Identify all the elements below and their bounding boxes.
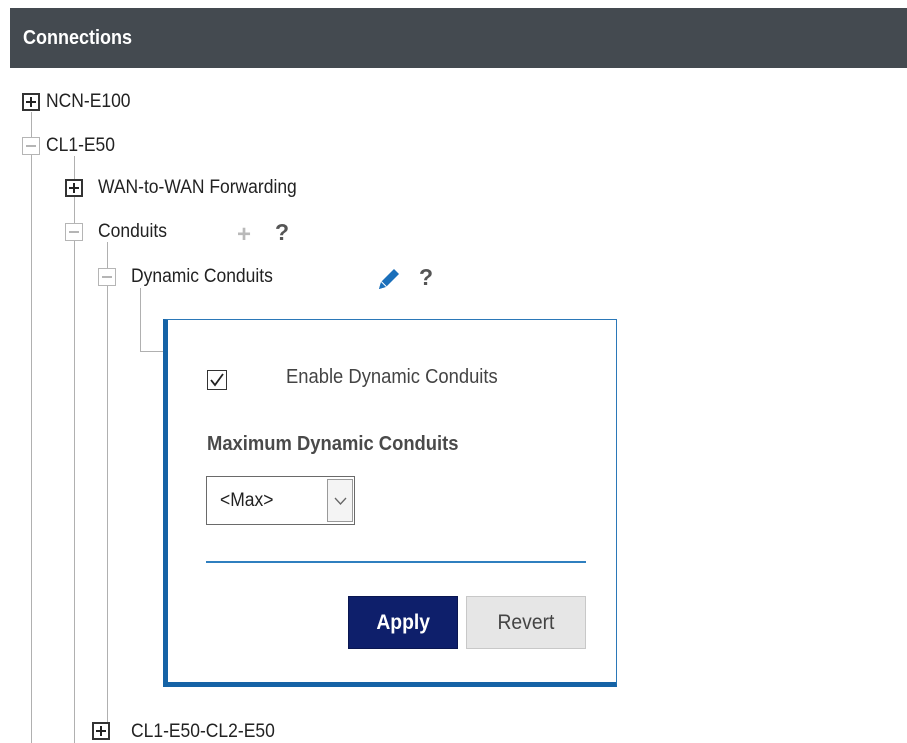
tree-line-root xyxy=(31,112,32,743)
apply-button[interactable]: Apply xyxy=(348,596,458,649)
help-icon-dynamic-conduits[interactable]: ? xyxy=(419,264,433,291)
tree-item-conduits[interactable]: Conduits xyxy=(98,221,167,243)
collapse-icon-site[interactable] xyxy=(22,137,40,155)
expand-icon-ncn[interactable] xyxy=(22,93,40,111)
collapse-icon-conduits[interactable] xyxy=(65,223,83,241)
chevron-down-icon xyxy=(334,497,347,505)
collapse-icon-dynamic-conduits[interactable] xyxy=(98,268,116,286)
tree-line-dynamic xyxy=(140,288,141,352)
tree-item-site[interactable]: CL1-E50 xyxy=(46,135,115,157)
select-dropdown-button[interactable] xyxy=(327,479,353,522)
tree-line-dynamic-branch xyxy=(140,351,164,352)
select-value: <Max> xyxy=(220,490,274,511)
tree-item-dynamic-conduits[interactable]: Dynamic Conduits xyxy=(131,266,273,288)
expand-icon-next-conduit[interactable] xyxy=(92,722,110,740)
max-dynamic-conduits-select[interactable]: <Max> xyxy=(206,476,355,525)
max-dynamic-conduits-label: Maximum Dynamic Conduits xyxy=(207,433,459,455)
enable-dynamic-conduits-checkbox[interactable] xyxy=(207,370,227,390)
panel-divider xyxy=(206,561,586,563)
help-icon-conduits[interactable]: ? xyxy=(275,219,289,246)
revert-button-label: Revert xyxy=(497,610,555,634)
header-title: Connections xyxy=(23,27,133,49)
connections-header: Connections xyxy=(10,8,907,68)
tree-line-conduits xyxy=(107,242,108,730)
tree-item-next-conduit[interactable]: CL1-E50-CL2-E50 xyxy=(131,721,275,743)
expand-icon-wan-forwarding[interactable] xyxy=(65,179,83,197)
revert-button[interactable]: Revert xyxy=(466,596,586,649)
tree-item-wan-forwarding[interactable]: WAN-to-WAN Forwarding xyxy=(98,177,297,199)
tree-item-ncn[interactable]: NCN-E100 xyxy=(46,91,131,113)
tree-line-site xyxy=(74,156,75,743)
add-conduit-icon[interactable]: + xyxy=(237,223,257,247)
enable-dynamic-conduits-label: Enable Dynamic Conduits xyxy=(286,366,498,388)
apply-button-label: Apply xyxy=(376,610,430,634)
pencil-edit-icon[interactable] xyxy=(374,264,404,294)
